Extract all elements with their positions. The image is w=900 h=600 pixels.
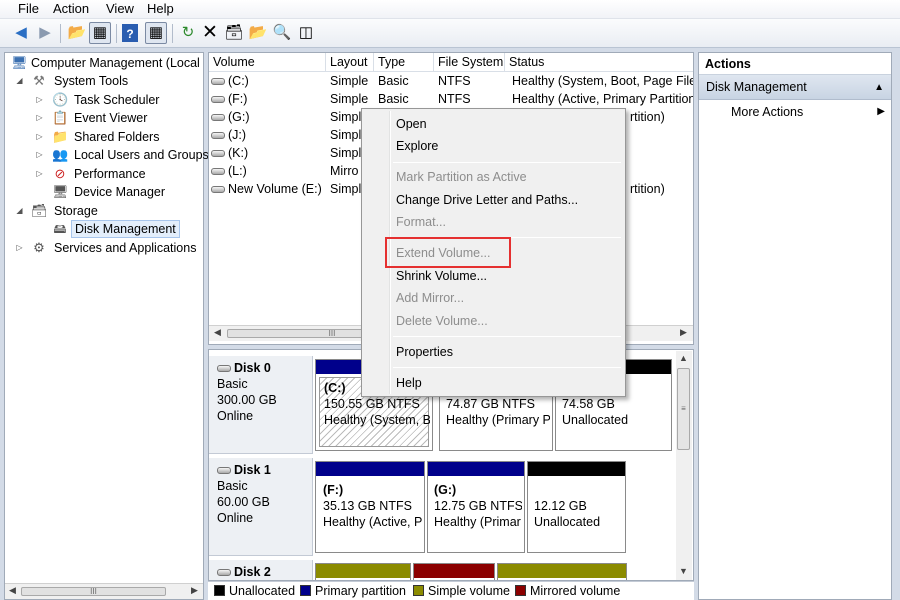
scroll-up-icon[interactable]: ▲: [679, 353, 688, 363]
menu-action[interactable]: Action: [53, 1, 89, 16]
disk-0-label[interactable]: Disk 0 Basic 300.00 GB Online: [209, 356, 313, 454]
more-actions-item[interactable]: More Actions ▶: [699, 100, 891, 124]
legend-mirrored-volume: Mirrored volume: [515, 584, 620, 598]
menu-file[interactable]: File: [18, 1, 39, 16]
scroll-right-icon[interactable]: ▶: [191, 585, 198, 596]
disk-icon: [217, 364, 231, 372]
menu-item-help[interactable]: Help: [396, 373, 422, 393]
disk-icon: [217, 466, 231, 474]
column-header-status[interactable]: Status: [505, 53, 693, 72]
expand-icon[interactable]: ▷: [35, 91, 44, 109]
partition-g[interactable]: (G:) 12.75 GB NTFS Healthy (Primar: [427, 461, 525, 553]
device-manager-icon: 🖥: [52, 184, 69, 199]
menu-view[interactable]: View: [106, 1, 134, 16]
drive-icon: [211, 185, 225, 193]
menu-item-explore[interactable]: Explore: [396, 136, 438, 156]
menu-item-add-mirror[interactable]: Add Mirror...: [396, 288, 464, 308]
partition-f[interactable]: (F:) 35.13 GB NTFS Healthy (Active, P: [315, 461, 425, 553]
menu-bar: File Action View Help: [0, 0, 900, 19]
disk-icon: [217, 568, 231, 576]
partition-unallocated[interactable]: 12.12 GB Unallocated: [527, 461, 626, 553]
collapse-icon[interactable]: ◢: [15, 72, 24, 90]
menu-item-shrink-volume[interactable]: Shrink Volume...: [396, 266, 487, 286]
computer-icon: 🖥: [11, 55, 28, 70]
collapse-icon[interactable]: ◢: [15, 202, 24, 220]
menu-item-delete-volume[interactable]: Delete Volume...: [396, 311, 488, 331]
navigation-tree: 🖥 Computer Management (Local ◢ ⚒ System …: [4, 52, 209, 600]
tools-icon: ⚒: [33, 73, 45, 88]
actions-pane: Actions Disk Management ▲ More Actions ▶: [698, 52, 892, 600]
volume-row[interactable]: (F:) Simple Basic NTFS Healthy (Active, …: [209, 90, 693, 108]
menu-help[interactable]: Help: [147, 1, 174, 16]
partition-simple[interactable]: [315, 563, 411, 580]
scroll-left-icon[interactable]: ◀: [9, 585, 16, 596]
users-icon: 👥: [52, 147, 69, 162]
menu-item-mark-active[interactable]: Mark Partition as Active: [396, 167, 527, 187]
drive-icon: [211, 113, 225, 121]
legend: Unallocated Primary partition Simple vol…: [208, 581, 694, 600]
actions-section-disk-management[interactable]: Disk Management ▲: [699, 75, 891, 100]
menu-item-properties[interactable]: Properties: [396, 342, 453, 362]
column-header-volume[interactable]: Volume: [209, 53, 326, 72]
help-icon[interactable]: ?: [122, 24, 138, 42]
expand-icon[interactable]: ▷: [15, 239, 24, 257]
column-header-type[interactable]: Type: [374, 53, 434, 72]
legend-primary-partition: Primary partition: [300, 584, 406, 598]
disk-1-label[interactable]: Disk 1 Basic 60.00 GB Online: [209, 458, 313, 556]
actions-header: Actions: [699, 53, 891, 75]
drive-icon: [211, 77, 225, 85]
services-icon: ⚙: [33, 240, 45, 255]
drive-icon: [211, 149, 225, 157]
forward-icon[interactable]: ▶: [35, 23, 55, 43]
menu-item-format[interactable]: Format...: [396, 212, 446, 232]
scroll-down-icon[interactable]: ▼: [679, 566, 688, 576]
shared-folder-icon: 📁: [52, 129, 69, 144]
clock-icon: 🕓: [52, 92, 69, 107]
export-icon[interactable]: ◫: [296, 23, 316, 43]
event-viewer-icon: 📋: [52, 110, 69, 125]
legend-unallocated: Unallocated: [214, 584, 295, 598]
column-header-file-system[interactable]: File System: [434, 53, 505, 72]
properties-icon[interactable]: 🗃: [224, 23, 244, 43]
performance-icon: ⊘: [54, 166, 66, 181]
expand-icon[interactable]: ▷: [35, 128, 44, 146]
refresh-icon[interactable]: ↻: [178, 23, 198, 43]
drive-icon: [211, 167, 225, 175]
partition-mirrored[interactable]: [413, 563, 495, 580]
column-header-layout[interactable]: Layout: [326, 53, 374, 72]
back-icon[interactable]: ◀: [11, 23, 31, 43]
submenu-arrow-icon: ▶: [877, 106, 885, 117]
extend-volume-highlight: [385, 237, 511, 268]
show-hide-actions-icon[interactable]: ▦: [145, 22, 167, 44]
tree-hscrollbar[interactable]: ◀ III ▶: [5, 583, 203, 599]
scroll-thumb[interactable]: ≡: [677, 368, 690, 450]
disk-view-vscrollbar[interactable]: ▲ ≡ ▼: [676, 351, 692, 580]
partition-simple[interactable]: [497, 563, 627, 580]
scroll-left-icon[interactable]: ◀: [214, 327, 221, 338]
drive-icon: [211, 95, 225, 103]
drive-icon: [211, 131, 225, 139]
menu-item-change-drive-letter[interactable]: Change Drive Letter and Paths...: [396, 190, 578, 210]
up-folder-icon[interactable]: 📂: [67, 23, 87, 43]
disk-management-icon: 🖴: [53, 221, 67, 236]
storage-icon: 🗃: [31, 203, 48, 218]
open-folder-icon[interactable]: 📂: [248, 23, 268, 43]
toolbar: ◀ ▶ 📂 ▦ ? ▦ ↻ ✕ 🗃 📂 🔍 ◫: [0, 19, 900, 48]
legend-simple-volume: Simple volume: [413, 584, 510, 598]
scroll-thumb[interactable]: III: [21, 587, 166, 596]
volume-row[interactable]: (C:) Simple Basic NTFS Healthy (System, …: [209, 72, 693, 90]
disk-2-label[interactable]: Disk 2: [209, 560, 313, 580]
delete-icon[interactable]: ✕: [200, 23, 220, 43]
menu-item-open[interactable]: Open: [396, 114, 427, 134]
collapse-section-icon[interactable]: ▲: [874, 75, 884, 100]
expand-icon[interactable]: ▷: [35, 146, 44, 164]
search-icon[interactable]: 🔍: [272, 23, 292, 43]
expand-icon[interactable]: ▷: [35, 165, 44, 183]
expand-icon[interactable]: ▷: [35, 109, 44, 127]
scroll-right-icon[interactable]: ▶: [680, 327, 687, 338]
show-hide-tree-icon[interactable]: ▦: [89, 22, 111, 44]
